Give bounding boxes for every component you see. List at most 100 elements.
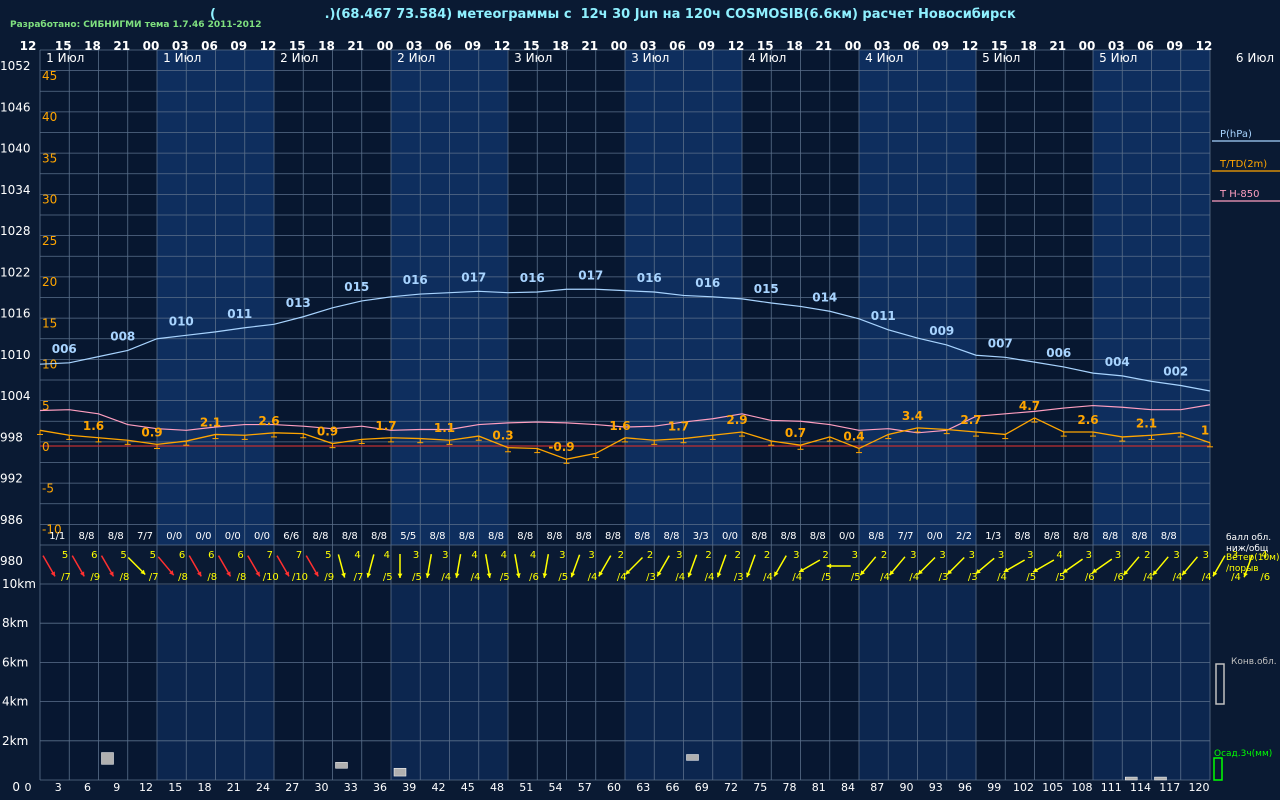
hour-tick-label: 09 [1166,39,1183,53]
wind-speed: 2 [735,550,741,561]
pressure-value-label: 016 [695,276,720,290]
cloud-cover-label: 8/8 [1102,531,1118,542]
pressure-tick: 1016 [0,307,31,321]
wind-speed: 2 [822,550,828,561]
temperature-value-label: 0.7 [785,426,806,440]
precipitation-legend-box [1213,757,1223,781]
lead-hour-label: 9 [113,781,120,794]
lead-hour-label: 66 [666,781,680,794]
temperature-value-label: 0.4 [843,429,864,443]
height-tick: 8km [2,616,28,630]
precipitation-bar [1125,776,1138,781]
cloud-axis-label-1: балл обл. [1226,533,1271,543]
wind-speed: 6 [237,550,243,561]
wind-gust: /5 [851,572,861,583]
pressure-value-label: 016 [520,271,545,285]
cloud-cover-label: 8/8 [342,531,358,542]
lead-hour-label: 72 [724,781,738,794]
wind-speed: 3 [1115,550,1121,561]
lead-hour-label: 114 [1130,781,1151,794]
temperature-value-label: 2.7 [960,413,981,427]
day-label: 3 Июл [631,51,669,65]
cloud-cover-label: 8/8 [868,531,884,542]
hour-tick-label: 12 [728,39,745,53]
temperature-value-label: 2.9 [726,413,747,427]
day-label: 5 Июл [1099,51,1137,65]
cloud-cover-label: 8/8 [1131,531,1147,542]
cloud-cover-label: 8/8 [1044,531,1060,542]
lead-hour-label: 96 [958,781,972,794]
lead-hour-label: 54 [549,781,563,794]
wind-gust: /5 [822,572,832,583]
wind-speed: 6 [91,550,97,561]
wind-gust: /4 [705,572,715,583]
pressure-value-label: 016 [637,271,662,285]
wind-gust: /8 [178,572,188,583]
pressure-value-label: 006 [1046,346,1071,360]
lead-hour-label: 90 [900,781,914,794]
cloud-cover-label: 8/8 [371,531,387,542]
lead-hour-label: 105 [1042,781,1063,794]
wind-speed: 3 [442,550,448,561]
wind-gust: /8 [207,572,217,583]
lead-hour-label: 27 [285,781,299,794]
lead-hour-label: 75 [753,781,767,794]
lead-hour-label: 111 [1101,781,1122,794]
wind-gust: /5 [383,572,393,583]
lead-hour-label: 69 [695,781,709,794]
temperature-tick: 25 [42,234,57,248]
pressure-tick: 980 [0,554,23,568]
pressure-value-label: 013 [286,296,311,310]
wind-gust: /7 [61,572,71,583]
lead-hour-label: 78 [783,781,797,794]
wind-gust: /4 [792,572,802,583]
temperature-value-label: 1.7 [668,420,689,434]
hour-tick-label: 00 [377,39,394,53]
temperature-value-label: 0.9 [141,425,162,439]
lead-hour-label: 45 [461,781,475,794]
temperature-value-label: -0.9 [548,440,574,454]
hour-tick-label: 18 [552,39,569,53]
hour-tick-label: 12 [260,39,277,53]
wind-speed: 3 [852,550,858,561]
wind-gust: /3 [646,572,656,583]
pressure-tick: 1010 [0,348,31,362]
cloud-cover-label: 8/8 [429,531,445,542]
lead-hour-label: 12 [139,781,153,794]
wind-gust: /4 [617,572,627,583]
wind-speed: 2 [647,550,653,561]
wind-speed: 4 [384,550,390,561]
lead-hour-label: 99 [987,781,1001,794]
wind-gust: /4 [471,572,481,583]
pressure-tick: 1004 [0,389,31,403]
temperature-value-label: 1.1 [434,421,455,435]
hour-tick-label: 18 [84,39,101,53]
lead-hour-label: 15 [168,781,182,794]
cloud-cover-label: 2/2 [956,531,972,542]
temperature-value-label: 4.7 [1019,399,1040,413]
wind-speed: 7 [267,550,273,561]
hour-tick-label: 06 [435,39,452,53]
cloud-cover-label: 8/8 [517,531,533,542]
wind-gust: /9 [90,572,100,583]
wind-speed: 3 [1027,550,1033,561]
wind-speed: 4 [354,550,360,561]
meteogram-chart: 12 15 18 21 00 03 06 09 12 15 18 21 00 03 06 09 12 15 18 21… [0,39,1280,794]
cloud-cover-label: 8/8 [576,531,592,542]
pressure-tick: 1052 [0,59,31,73]
pressure-value-label: 015 [754,282,779,296]
lead-hour-label: 0 [25,781,32,794]
cloud-cover-label: 8/8 [312,531,328,542]
pressure-value-label: 010 [169,314,194,328]
pressure-tick: 1022 [0,265,31,279]
temperature-value-label: 2.1 [1136,416,1157,430]
cloud-cover-label: 8/8 [605,531,621,542]
pressure-tick: 1034 [0,183,31,197]
lead-hour-label: 108 [1072,781,1093,794]
wind-speed: 2 [618,550,624,561]
day-label: 2 Июл [280,51,318,65]
wind-gust: /4 [997,572,1007,583]
cloud-cover-label: 0/0 [254,531,270,542]
lead-hour-label: 117 [1159,781,1180,794]
height-tick: 2km [2,734,28,748]
